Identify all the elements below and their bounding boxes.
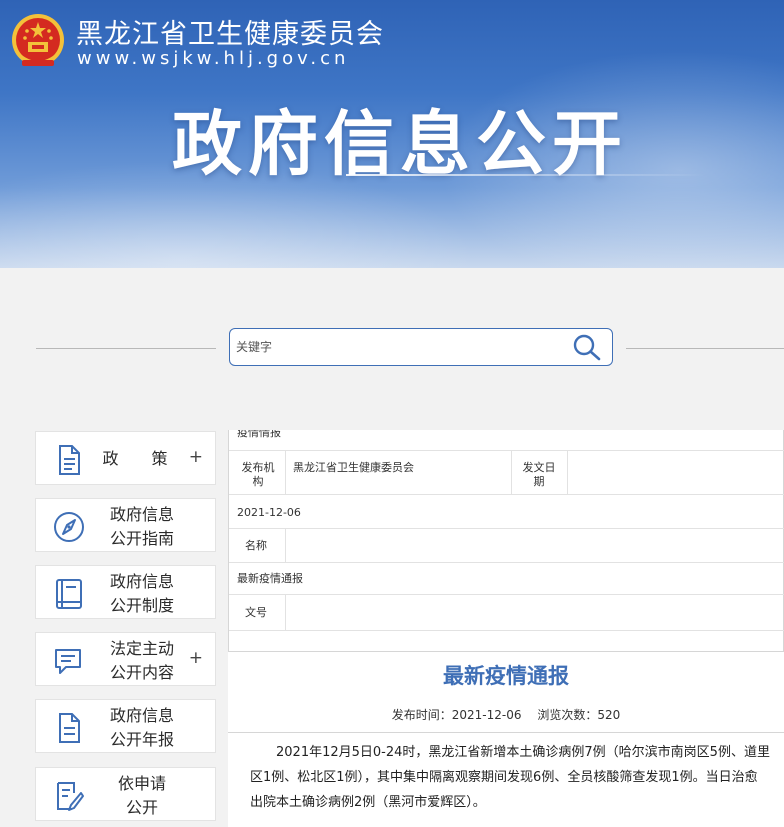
publish-time: 发布时间：2021-12-06: [391, 708, 522, 722]
title-underline: [346, 174, 706, 176]
table-row-border: [229, 562, 784, 563]
national-emblem-icon[interactable]: [10, 12, 66, 70]
sidebar-item-label: 法定主动 公开内容: [109, 639, 174, 682]
issuer-label: 发布机 构: [241, 461, 275, 488]
header-banner: 黑龙江省卫生健康委员会 www.wsjkw.hlj.gov.cn 政府信息公开: [0, 0, 784, 268]
table-cell-border: [285, 528, 286, 562]
doc-number-label: 文号: [245, 606, 267, 619]
sidebar-item-label: 政府信息 公开指南: [109, 505, 174, 548]
search-box: [229, 328, 613, 366]
view-count: 浏览次数：520: [537, 708, 621, 722]
expand-plus-icon[interactable]: +: [189, 447, 203, 467]
date-label: 发文日 期: [522, 461, 556, 488]
sidebar-item-annual-report[interactable]: 政府信息 公开年报: [35, 699, 216, 753]
book-icon: [56, 579, 82, 609]
sidebar-item-guide[interactable]: 政府信息 公开指南: [35, 498, 216, 552]
meta-table: 疫情情报 发布机 构 黑龙江省卫生健康委员会 发文日 期 2021-12-06 …: [228, 430, 784, 652]
site-name: 黑龙江省卫生健康委员会: [76, 19, 384, 50]
table-cell-border: [285, 594, 286, 630]
sidebar-item-system[interactable]: 政府信息 公开制度: [35, 565, 216, 619]
chat-icon: [55, 649, 81, 674]
name-label: 名称: [245, 539, 267, 552]
name-value: 最新疫情通报: [237, 572, 303, 585]
table-cell-border: [511, 450, 512, 494]
issuer-value: 黑龙江省卫生健康委员会: [293, 461, 414, 474]
sidebar-item-label: 依申请 公开: [117, 774, 166, 817]
report-icon: [59, 713, 80, 743]
compass-icon: [54, 512, 84, 542]
article-title: 最新疫情通报: [443, 664, 569, 688]
divider-line: [228, 732, 784, 733]
sidebar-item-label: 政府信息 公开制度: [109, 572, 174, 615]
table-row-border: [229, 494, 784, 495]
table-cell-border: [285, 450, 286, 494]
sidebar-item-on-request[interactable]: 依申请 公开: [35, 767, 216, 821]
article-body: 2021年12月5日0-24时，黑龙江省新增本土确诊病例7例（哈尔滨市南岗区5例…: [250, 745, 770, 810]
expand-plus-icon[interactable]: +: [189, 648, 203, 668]
sidebar-item-label: 政 策: [102, 449, 182, 468]
document-icon: [59, 445, 80, 475]
divider-line: [36, 348, 216, 349]
date-value: 2021-12-06: [237, 506, 301, 519]
sidebar-item-policy[interactable]: 政 策 +: [35, 431, 216, 485]
edit-icon: [57, 782, 84, 811]
table-row-border: [229, 450, 784, 451]
publish-info: 发布时间：2021-12-06 浏览次数：520: [228, 706, 784, 723]
table-row-border: [229, 630, 784, 631]
table-row-border: [229, 594, 784, 595]
search-icon[interactable]: [570, 332, 604, 362]
meta-cutoff-text: 疫情情报: [237, 430, 281, 439]
search-input[interactable]: [236, 335, 556, 359]
content-panel: 疫情情报 发布机 构 黑龙江省卫生健康委员会 发文日 期 2021-12-06 …: [228, 430, 784, 827]
site-url: www.wsjkw.hlj.gov.cn: [77, 48, 350, 69]
table-cell-border: [567, 450, 568, 494]
divider-line: [626, 348, 784, 349]
table-row-border: [229, 528, 784, 529]
sidebar-item-label: 政府信息 公开年报: [109, 706, 174, 749]
sidebar-item-statutory-content[interactable]: 法定主动 公开内容 +: [35, 632, 216, 686]
